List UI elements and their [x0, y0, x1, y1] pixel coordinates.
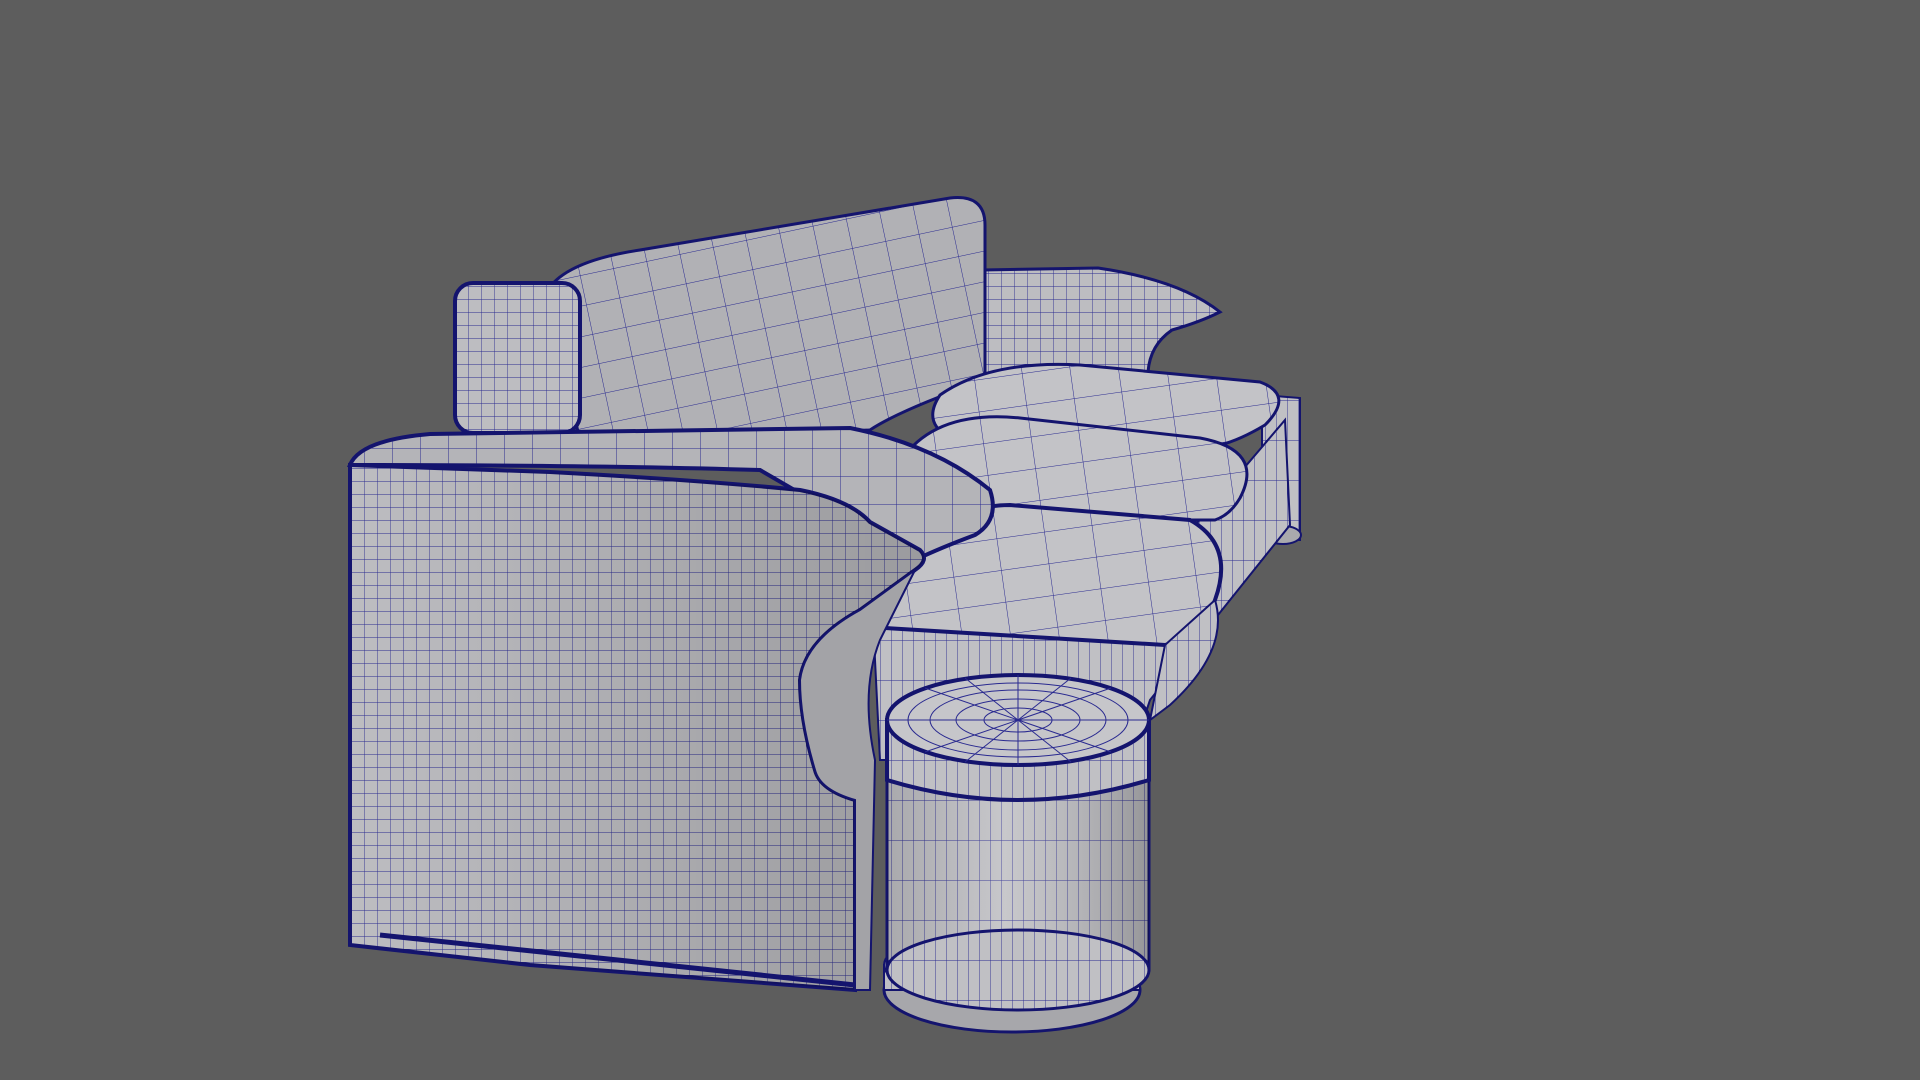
back-left-cap: [453, 281, 582, 435]
backrest: [543, 196, 987, 442]
lid-radial-mesh: [887, 675, 1149, 765]
sofa-wireframe-model: [347, 196, 1302, 1034]
3d-viewport[interactable]: [0, 0, 1920, 1080]
side-table-cylinder: [882, 673, 1151, 1034]
